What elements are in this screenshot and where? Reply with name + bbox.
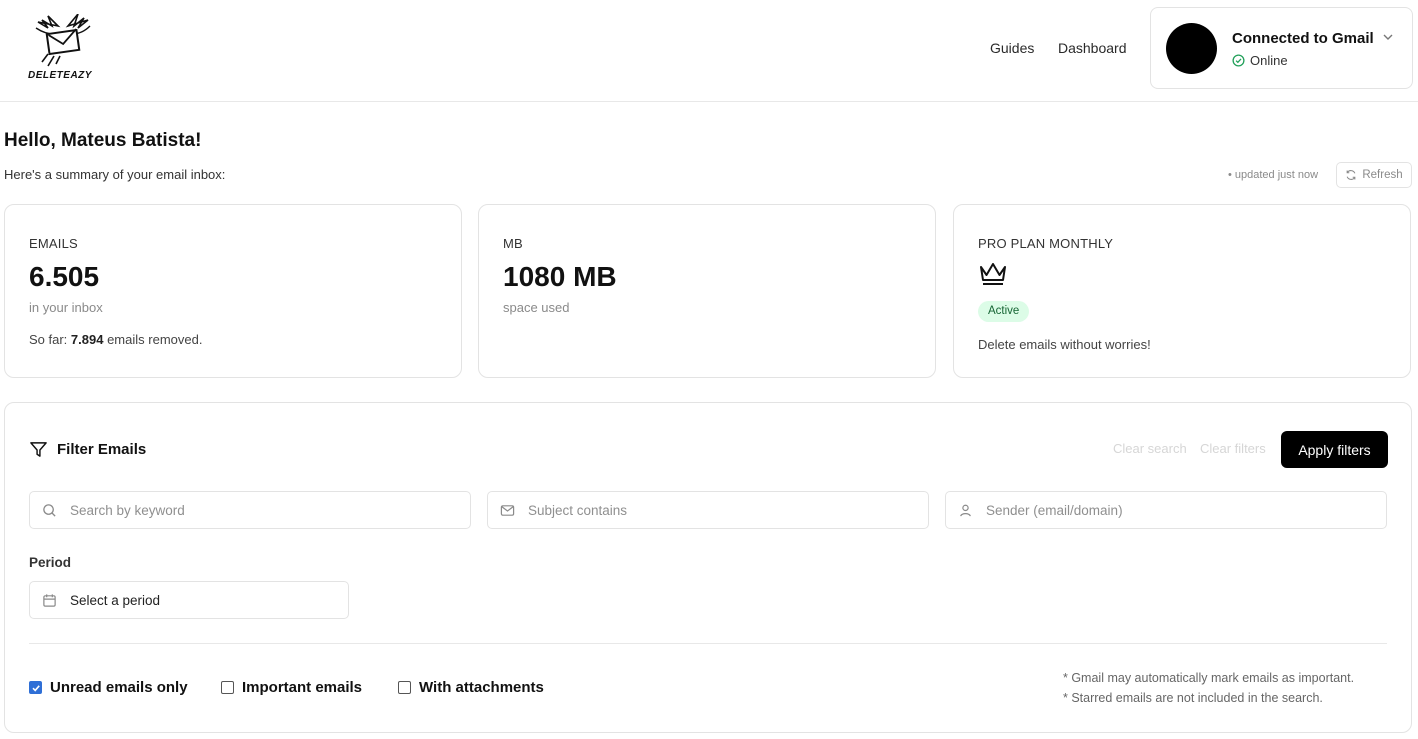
removed-prefix: So far: <box>29 332 71 347</box>
mb-sub: space used <box>503 300 570 315</box>
refresh-button[interactable]: Refresh <box>1336 162 1412 188</box>
status-badge: Active <box>978 301 1030 322</box>
important-note: * Gmail may automatically mark emails as… <box>1063 671 1355 685</box>
emails-sub: in your inbox <box>29 300 103 315</box>
avatar <box>1166 23 1217 74</box>
check-circle-icon <box>1232 54 1245 67</box>
starred-note: * Starred emails are not included in the… <box>1063 691 1323 705</box>
removed-count: 7.894 <box>70 332 104 347</box>
period-select-value: Select a period <box>70 593 161 608</box>
app-header: DELETEAZY Guides Dashboard Connected to … <box>0 0 1418 102</box>
emails-removed-text: So far: 7.894 emails removed. <box>29 332 202 347</box>
chevron-down-icon <box>1383 34 1393 40</box>
checkbox-label: With attachments <box>419 679 544 696</box>
search-icon <box>43 504 56 517</box>
filter-title: Filter Emails <box>29 440 146 459</box>
status-text: Online <box>1250 53 1288 68</box>
checkbox-checked[interactable] <box>29 681 42 694</box>
crown-icon <box>980 263 1006 285</box>
refresh-icon <box>1346 170 1356 180</box>
calendar-icon <box>43 594 56 607</box>
divider <box>29 643 1387 644</box>
updated-timestamp: • updated just now <box>1228 169 1319 181</box>
checkbox-unchecked[interactable] <box>398 681 411 694</box>
storage-stat-card: MB 1080 MB space used <box>478 204 936 378</box>
nav-guides-link[interactable]: Guides <box>990 40 1034 56</box>
important-emails-checkbox[interactable]: Important emails <box>221 679 362 696</box>
mail-icon <box>500 505 515 516</box>
page-title: Hello, Mateus Batista! <box>4 130 202 151</box>
emails-label: EMAILS <box>29 236 78 251</box>
sender-field[interactable] <box>945 491 1387 529</box>
winged-envelope-icon <box>35 14 91 67</box>
summary-subtitle: Here's a summary of your email inbox: <box>4 167 226 182</box>
subject-field[interactable] <box>487 491 929 529</box>
mb-value: 1080 MB <box>503 261 617 292</box>
plan-description: Delete emails without worries! <box>978 337 1151 352</box>
apply-filters-button[interactable]: Apply filters <box>1281 431 1388 468</box>
removed-suffix: emails removed. <box>103 332 203 347</box>
checkbox-unchecked[interactable] <box>221 681 234 694</box>
emails-count: 6.505 <box>29 261 100 292</box>
checkbox-label: Unread emails only <box>50 679 188 696</box>
emails-stat-card: EMAILS 6.505 in your inbox So far: 7.894… <box>4 204 462 378</box>
unread-only-checkbox[interactable]: Unread emails only <box>29 679 188 696</box>
sender-input[interactable] <box>986 492 1376 528</box>
keyword-search-input[interactable] <box>70 492 460 528</box>
online-status: Online <box>1232 53 1288 68</box>
period-select[interactable]: Select a period <box>29 581 349 619</box>
mb-label: MB <box>503 236 523 251</box>
check-icon <box>31 684 40 692</box>
filter-panel: Filter Emails Clear search Clear filters… <box>4 402 1412 733</box>
subject-input[interactable] <box>528 492 918 528</box>
logo-text: DELETEAZY <box>28 70 92 81</box>
plan-stat-card: PRO PLAN MONTHLY Active Delete emails wi… <box>953 204 1411 378</box>
filter-title-text: Filter Emails <box>57 441 147 458</box>
refresh-label: Refresh <box>1362 169 1403 181</box>
with-attachments-checkbox[interactable]: With attachments <box>398 679 544 696</box>
filter-icon <box>30 442 47 457</box>
period-label: Period <box>29 555 72 570</box>
nav-dashboard-link[interactable]: Dashboard <box>1058 40 1127 56</box>
gmail-account-dropdown[interactable]: Connected to Gmail Online <box>1150 7 1413 89</box>
clear-filters-button[interactable]: Clear filters <box>1200 441 1266 456</box>
keyword-search-field[interactable] <box>29 491 471 529</box>
clear-search-button[interactable]: Clear search <box>1113 441 1187 456</box>
checkbox-label: Important emails <box>242 679 363 696</box>
user-icon <box>960 504 971 517</box>
gmail-connection-title: Connected to Gmail <box>1232 30 1374 47</box>
deleteazy-logo[interactable]: DELETEAZY <box>26 14 100 86</box>
plan-label: PRO PLAN MONTHLY <box>978 236 1114 251</box>
